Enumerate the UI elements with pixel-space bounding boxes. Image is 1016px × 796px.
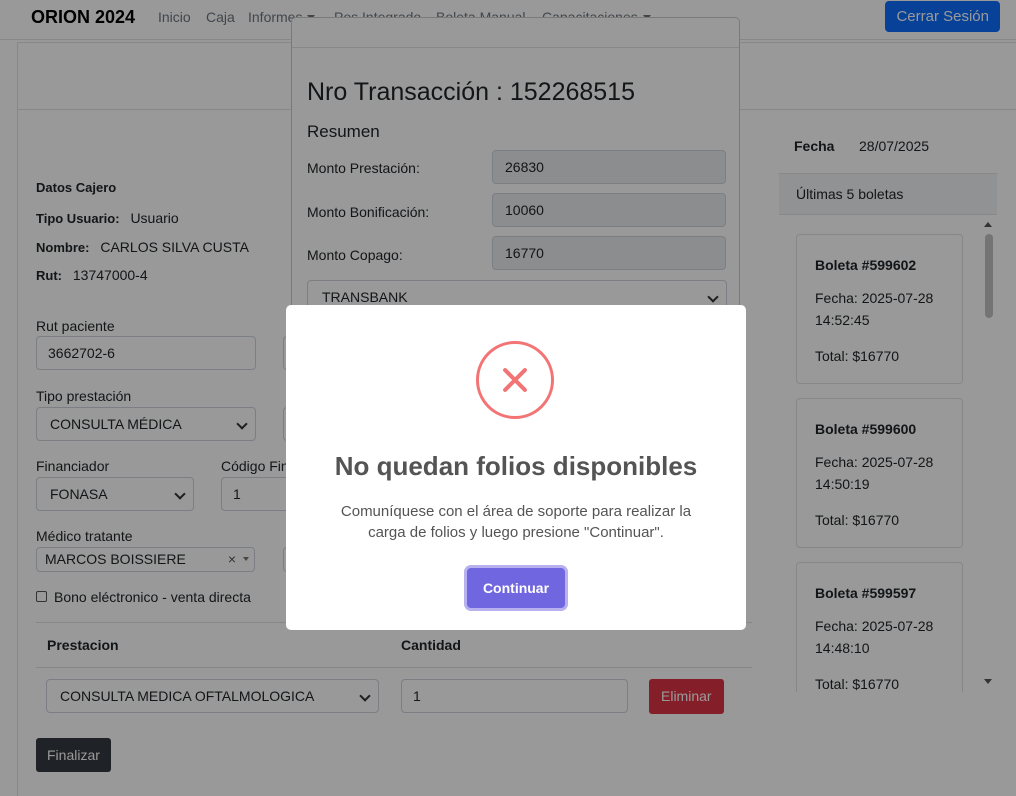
- alert-dialog: No quedan folios disponibles Comuníquese…: [286, 305, 746, 630]
- alert-message: Comuníquese con el área de soporte para …: [340, 503, 692, 541]
- alert-title: No quedan folios disponibles: [334, 451, 698, 481]
- continue-button[interactable]: Continuar: [467, 568, 565, 608]
- error-x-icon: [476, 341, 554, 419]
